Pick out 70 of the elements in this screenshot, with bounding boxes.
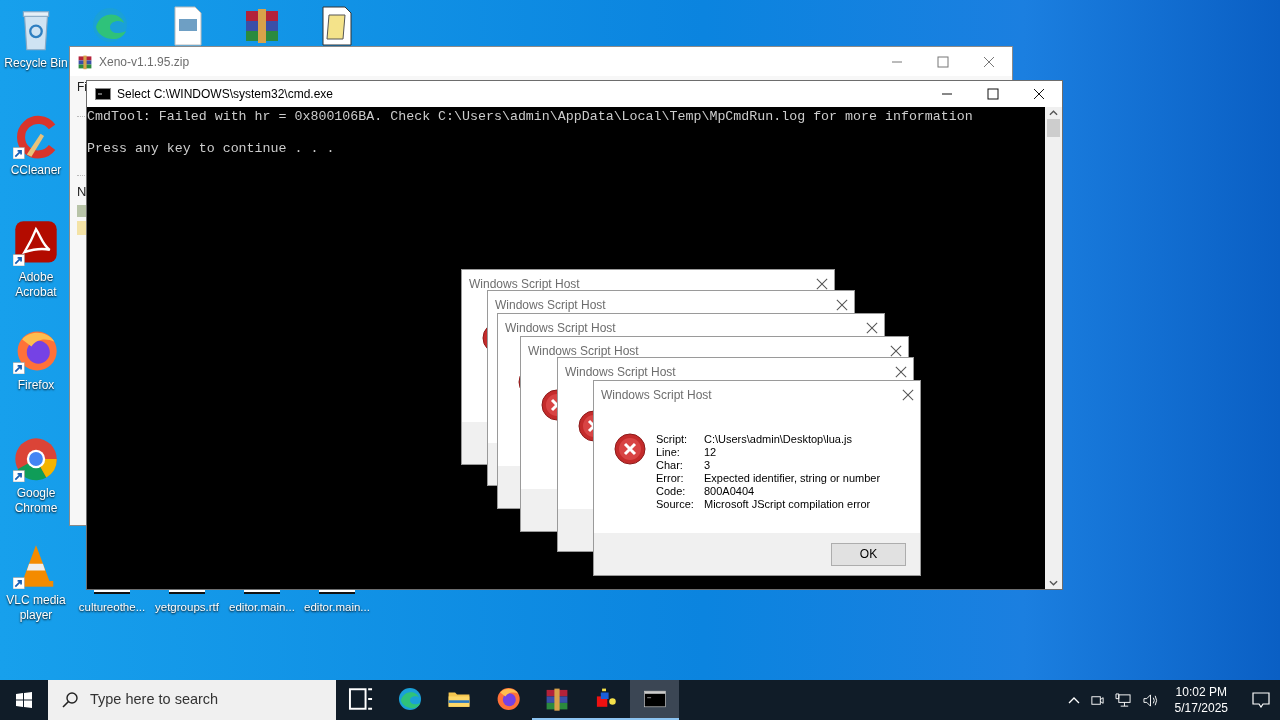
close-icon[interactable] xyxy=(902,389,914,401)
desktop-icon-label[interactable]: cultureothe... xyxy=(78,600,146,615)
close-icon[interactable] xyxy=(890,345,902,357)
field-value: Expected identifier, string or number xyxy=(704,472,881,485)
dialog-title: Windows Script Host xyxy=(469,276,580,293)
field-value: 3 xyxy=(704,459,712,472)
desktop-icon-label[interactable]: editor.main... xyxy=(229,600,295,615)
scroll-thumb[interactable] xyxy=(1047,119,1060,137)
console-taskbar-button[interactable] xyxy=(630,680,679,720)
field-label: Code: xyxy=(656,485,687,498)
file-icon[interactable] xyxy=(169,590,205,594)
search-field[interactable]: Type here to search xyxy=(48,680,336,720)
search-icon xyxy=(62,692,78,708)
desktop-icon-label[interactable]: Recycle Bin xyxy=(4,56,68,71)
file-icon[interactable] xyxy=(94,590,130,594)
column-header[interactable]: N xyxy=(77,182,87,202)
desktop-icon-label[interactable]: yetgroups.rtf xyxy=(155,600,219,615)
file-row[interactable] xyxy=(77,204,87,217)
acrobat-icon[interactable] xyxy=(13,220,59,266)
dialog-title: Windows Script Host xyxy=(565,364,676,381)
window-title: Xeno-v1.1.95.zip xyxy=(99,53,190,71)
file-icon[interactable] xyxy=(244,590,280,594)
field-label: Script: xyxy=(656,433,689,446)
field-value: 12 xyxy=(704,446,718,459)
desktop-icon-label[interactable]: Google Chrome xyxy=(0,486,72,516)
clock-date[interactable]: 5/17/2025 xyxy=(1174,700,1228,716)
desktop-icon-label[interactable]: CCleaner xyxy=(10,163,62,178)
desktop-icon-label[interactable]: Firefox xyxy=(17,378,55,393)
clock-time[interactable]: 10:02 PM xyxy=(1175,684,1227,700)
console-line: Press any key to continue . . . xyxy=(87,141,335,157)
error-icon xyxy=(614,433,646,465)
field-value: C:\Users\admin\Desktop\lua.js xyxy=(704,433,853,446)
network-icon[interactable] xyxy=(1114,692,1132,708)
close-icon[interactable] xyxy=(866,322,878,334)
search-placeholder: Type here to search xyxy=(90,690,219,710)
field-label: Line: xyxy=(656,446,681,459)
menu-item[interactable]: Fi xyxy=(77,78,87,96)
dialog-title: Windows Script Host xyxy=(505,320,616,337)
chevron-up-icon[interactable] xyxy=(1067,696,1080,704)
task-view-icon xyxy=(347,686,374,712)
dialog-title: Windows Script Host xyxy=(601,387,712,404)
file-row[interactable] xyxy=(77,220,87,235)
volume-icon[interactable] xyxy=(1141,692,1159,708)
field-label: Error: xyxy=(656,472,685,485)
firefox-icon[interactable] xyxy=(13,328,59,374)
windows-logo-icon xyxy=(16,692,32,708)
close-icon[interactable] xyxy=(816,278,828,290)
scroll-up-icon[interactable] xyxy=(1049,110,1058,116)
desktop-icon-label[interactable]: VLC media player xyxy=(0,593,72,623)
desktop-icon-label[interactable]: editor.main... xyxy=(304,600,370,615)
archive-icon xyxy=(77,53,93,70)
field-value: Microsoft JScript compilation error xyxy=(704,498,872,511)
dialog-title: Windows Script Host xyxy=(495,297,606,314)
field-label: Char: xyxy=(656,459,684,472)
scroll-down-icon[interactable] xyxy=(1049,580,1058,586)
close-icon[interactable] xyxy=(836,299,848,311)
scrollbar[interactable] xyxy=(1045,107,1062,589)
edge-icon xyxy=(396,686,423,712)
dialog-title: Windows Script Host xyxy=(528,343,639,360)
ok-button[interactable]: OK xyxy=(831,542,906,566)
console-icon xyxy=(95,88,111,100)
field-label: Source: xyxy=(656,498,695,511)
chrome-icon[interactable] xyxy=(13,436,59,482)
window-title: Select C:\WINDOWS\system32\cmd.exe xyxy=(117,86,334,103)
close-icon[interactable] xyxy=(895,366,907,378)
file-icon[interactable] xyxy=(319,590,355,594)
notification-icon[interactable] xyxy=(1252,692,1270,708)
field-value: 800A0404 xyxy=(704,485,756,498)
desktop-icon-label[interactable]: Adobe Acrobat xyxy=(0,270,72,300)
console-line: CmdTool: Failed with hr = 0x800106BA. Check C:\Users\admin\AppData\Local\Temp\MpCmdRun.log for more information xyxy=(87,109,973,125)
